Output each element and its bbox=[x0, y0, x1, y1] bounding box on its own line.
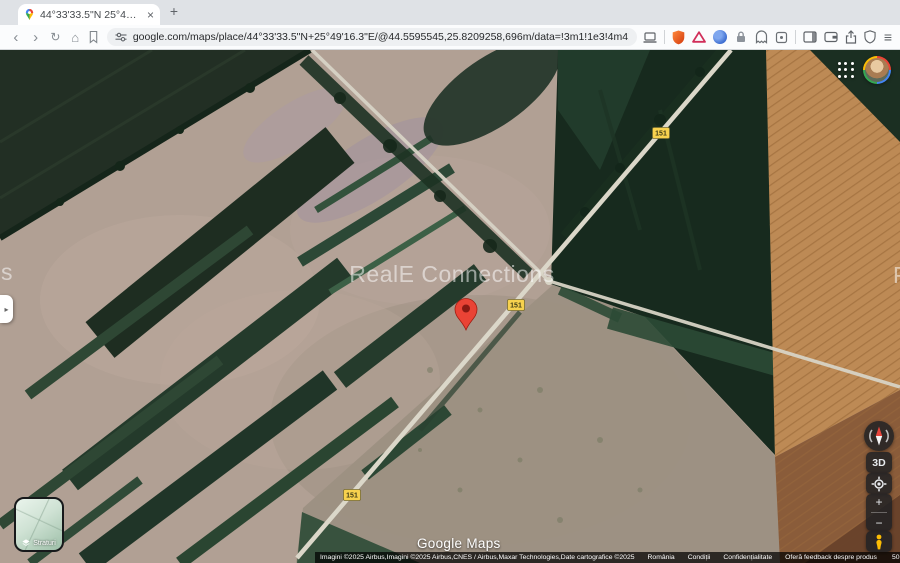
tab-title: 44°33'33.5"N 25°49'16.3"E - bbox=[40, 9, 142, 21]
tab-maps[interactable]: 44°33'33.5"N 25°49'16.3"E - × bbox=[18, 4, 160, 25]
address-bar[interactable]: google.com/maps/place/44°33'33.5"N+25°49… bbox=[107, 28, 637, 46]
browser-window: 44°33'33.5"N 25°49'16.3"E - × + ‹ › ↻ ⌂ … bbox=[0, 0, 900, 563]
google-apps-icon[interactable] bbox=[838, 62, 855, 79]
satellite-map[interactable]: RealE Connections ns P 151 151 151 bbox=[0, 50, 900, 563]
3d-button[interactable]: 3D bbox=[866, 452, 892, 473]
triangle-extension-icon[interactable] bbox=[692, 31, 706, 43]
zoom-control[interactable]: + − bbox=[866, 494, 892, 531]
blue-circle-extension-icon[interactable] bbox=[713, 30, 727, 44]
compass-control[interactable] bbox=[864, 421, 894, 451]
google-maps-logo[interactable]: Google Maps bbox=[417, 536, 501, 551]
browser-toolbar: ‹ › ↻ ⌂ google.com/maps/place/44°33'33.5… bbox=[0, 25, 900, 50]
lock-extension-icon[interactable] bbox=[734, 30, 748, 44]
attribution-bar: Imagini ©2025 Airbus,Imagini ©2025 Airbu… bbox=[315, 552, 900, 563]
separator bbox=[664, 30, 665, 44]
box-extension-icon[interactable] bbox=[775, 31, 788, 44]
forward-icon[interactable]: › bbox=[26, 26, 46, 49]
site-settings-icon[interactable] bbox=[115, 31, 127, 43]
watermark-text: RealE Connections bbox=[349, 261, 554, 287]
map-viewport: RealE Connections ns P 151 151 151 bbox=[0, 50, 900, 563]
svg-text:151: 151 bbox=[510, 303, 522, 310]
watermark-left-clip: ns bbox=[0, 259, 13, 285]
toolbar-icons: ≡ bbox=[643, 29, 900, 45]
layers-control[interactable]: Straturi bbox=[14, 497, 64, 552]
svg-text:151: 151 bbox=[655, 131, 667, 138]
account-avatar[interactable] bbox=[863, 56, 891, 84]
road-badge-151-a[interactable]: 151 bbox=[508, 300, 525, 311]
new-tab-button[interactable]: + bbox=[166, 3, 182, 19]
link-romania[interactable]: România bbox=[648, 554, 675, 561]
zoom-in-button[interactable]: + bbox=[875, 496, 882, 508]
menu-icon[interactable]: ≡ bbox=[884, 29, 892, 45]
link-terms[interactable]: Condiții bbox=[688, 554, 711, 561]
layers-label: Straturi bbox=[33, 540, 56, 547]
watermark-right-clip: P bbox=[893, 262, 900, 288]
my-location-icon bbox=[871, 476, 887, 492]
wallet-icon[interactable] bbox=[824, 31, 838, 43]
svg-text:151: 151 bbox=[346, 493, 358, 500]
zoom-divider bbox=[871, 512, 887, 513]
tab-bar: 44°33'33.5"N 25°49'16.3"E - × + bbox=[0, 0, 900, 25]
shield-extension-icon[interactable] bbox=[672, 30, 685, 45]
google-maps-favicon bbox=[24, 8, 35, 22]
home-icon[interactable]: ⌂ bbox=[65, 26, 85, 49]
layers-icon bbox=[22, 539, 30, 547]
road-badge-151-b[interactable]: 151 bbox=[653, 128, 670, 139]
link-privacy[interactable]: Confidențialitate bbox=[723, 554, 772, 561]
side-panel-expand-button[interactable]: ▸ bbox=[0, 295, 13, 323]
ghost-extension-icon[interactable] bbox=[755, 30, 768, 44]
privacy-shield-icon[interactable] bbox=[864, 30, 876, 44]
separator bbox=[795, 30, 796, 44]
back-icon[interactable]: ‹ bbox=[6, 26, 26, 49]
avatar-photo bbox=[865, 58, 889, 82]
compass-icon bbox=[864, 421, 894, 451]
imagery-credit: Imagini ©2025 Airbus,Imagini ©2025 Airbu… bbox=[320, 554, 635, 561]
pegman-icon bbox=[873, 534, 885, 550]
panel-arrow-icon: ▸ bbox=[4, 305, 8, 314]
side-panel-icon[interactable] bbox=[803, 31, 817, 43]
bookmark-icon[interactable] bbox=[85, 30, 103, 44]
reload-icon[interactable]: ↻ bbox=[46, 26, 66, 49]
url-text: google.com/maps/place/44°33'33.5"N+25°49… bbox=[133, 31, 629, 43]
send-to-device-icon[interactable] bbox=[643, 32, 657, 43]
my-location-button[interactable] bbox=[866, 473, 892, 494]
pegman-button[interactable] bbox=[866, 531, 892, 552]
road-badge-151-c[interactable]: 151 bbox=[344, 490, 361, 501]
zoom-out-button[interactable]: − bbox=[875, 517, 882, 529]
map-scale: 50 m bbox=[892, 554, 900, 561]
scale-label: 50 m bbox=[892, 554, 900, 561]
link-feedback[interactable]: Oferă feedback despre produs bbox=[785, 554, 877, 561]
share-icon[interactable] bbox=[845, 30, 857, 44]
tab-close-icon[interactable]: × bbox=[147, 9, 154, 21]
